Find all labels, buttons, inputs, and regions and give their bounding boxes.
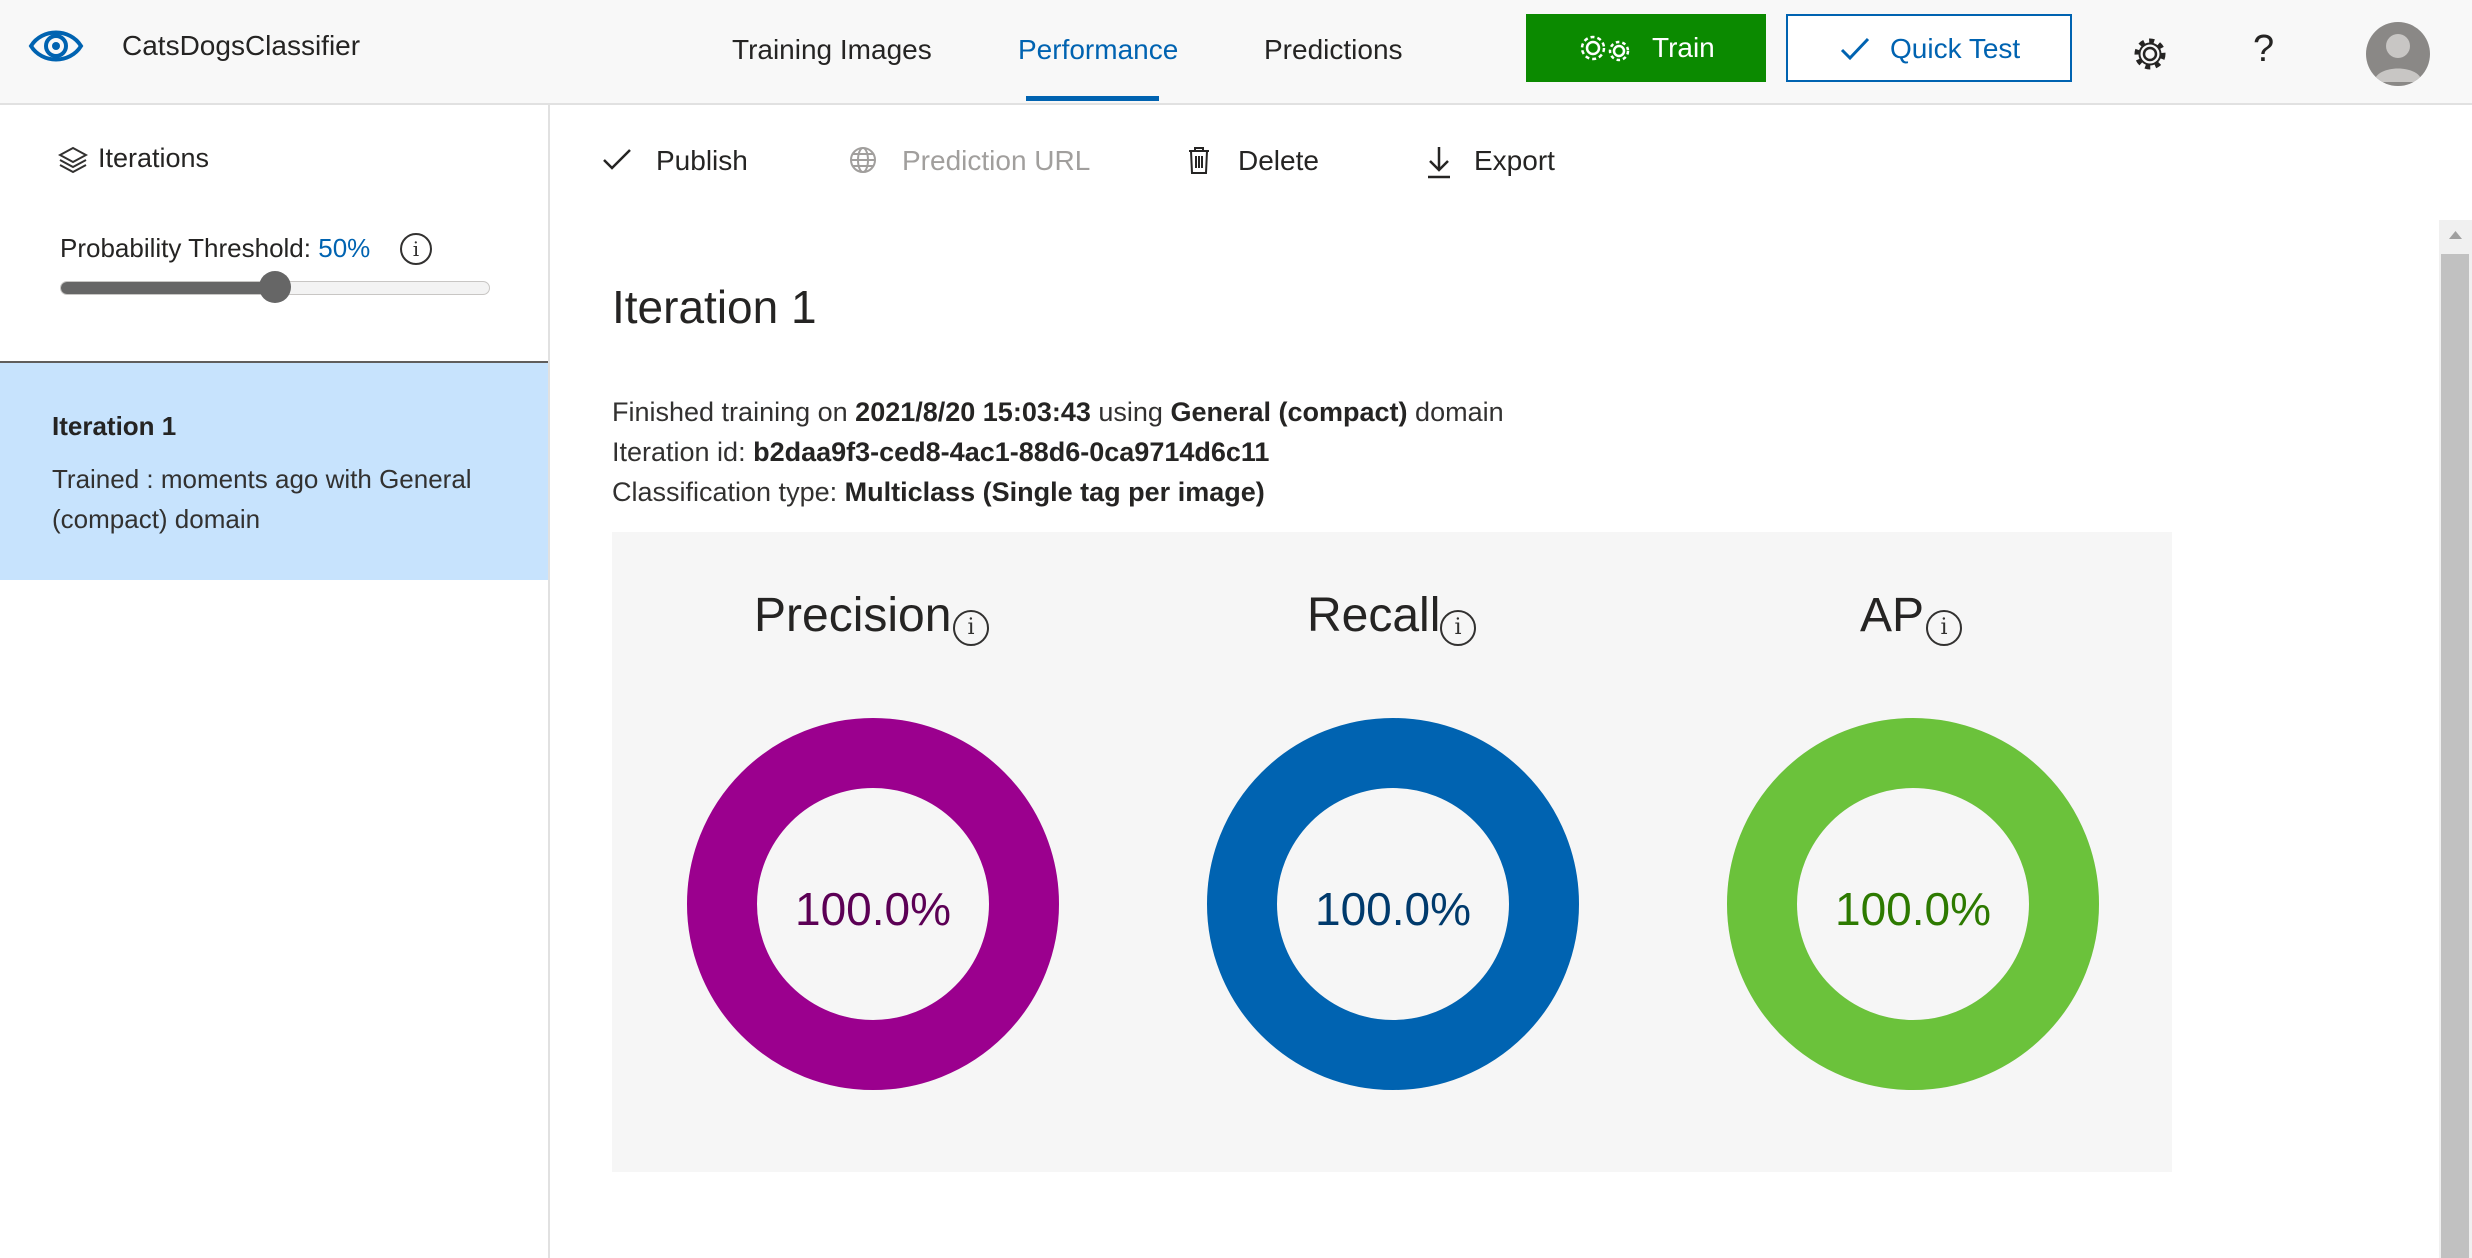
layers-icon	[58, 146, 88, 174]
globe-icon	[850, 147, 876, 173]
threshold-label-text: Probability Threshold:	[60, 233, 311, 263]
page-title: Iteration 1	[612, 281, 817, 333]
scrollbar-thumb[interactable]	[2441, 254, 2469, 1258]
training-info-line: Finished training on 2021/8/20 15:03:43 …	[612, 397, 1504, 428]
publish-label: Publish	[656, 145, 748, 176]
threshold-value: 50%	[318, 233, 371, 263]
classification-type-label: Classification type:	[612, 477, 838, 507]
quick-test-button-label: Quick Test	[1890, 33, 2021, 64]
iteration-item-title: Iteration 1	[52, 411, 177, 441]
metrics-panel: Precision i 100.0% Recall i 100.0% AP i …	[612, 532, 2172, 1172]
iteration-item-description: Trained : moments ago with General (comp…	[52, 464, 472, 534]
domain-name: General (compact)	[1170, 397, 1408, 427]
tab-training-images[interactable]: Training Images	[732, 34, 932, 66]
checkmark-icon	[603, 149, 631, 170]
delete-label: Delete	[1238, 145, 1319, 176]
tab-performance[interactable]: Performance	[1018, 34, 1178, 66]
domain-suffix: domain	[1415, 397, 1504, 427]
trash-icon	[1189, 147, 1209, 174]
iterations-label: Iterations	[98, 143, 210, 173]
train-button[interactable]: Train	[1526, 14, 1766, 82]
threshold-slider-thumb[interactable]	[259, 271, 291, 303]
top-bar: CatsDogsClassifier Training Images Perfo…	[0, 0, 2472, 105]
prediction-url-label: Prediction URL	[902, 145, 1091, 176]
recall-title: Recall	[1307, 589, 1441, 642]
finished-prefix: Finished training on	[612, 397, 848, 427]
ap-info-icon[interactable]: i	[1926, 610, 1962, 646]
export-label: Export	[1474, 145, 1555, 176]
classification-type-line: Classification type: Multiclass (Single …	[612, 477, 1265, 508]
ap-value: 100.0%	[1834, 883, 1991, 935]
tab-predictions[interactable]: Predictions	[1264, 34, 1403, 66]
eye-logo-icon	[28, 30, 84, 62]
checkmark-icon	[1840, 37, 1870, 61]
help-icon[interactable]: ?	[2253, 28, 2274, 71]
gear-icon[interactable]	[2132, 36, 2168, 72]
precision-title: Precision	[754, 589, 952, 642]
vertical-scrollbar[interactable]	[2439, 220, 2472, 1258]
finished-date: 2021/8/20 15:03:43	[855, 397, 1091, 427]
download-icon	[1428, 147, 1450, 179]
iterations-sidebar: Iterations Probability Threshold: 50% i …	[0, 105, 550, 1258]
quick-test-button[interactable]: Quick Test	[1786, 14, 2072, 82]
threshold-label: Probability Threshold: 50%	[60, 233, 370, 264]
recall-info-icon[interactable]: i	[1440, 610, 1476, 646]
classification-type-value: Multiclass (Single tag per image)	[844, 477, 1265, 507]
user-avatar-icon[interactable]	[2366, 22, 2430, 86]
ap-title: AP	[1860, 589, 1925, 642]
using-word: using	[1098, 397, 1163, 427]
active-tab-indicator	[1026, 96, 1159, 101]
iteration-list-item[interactable]: Iteration 1 Trained : moments ago with G…	[0, 363, 548, 580]
train-button-label: Train	[1652, 32, 1715, 63]
recall-value: 100.0%	[1314, 883, 1471, 935]
iteration-id-value: b2daa9f3-ced8-4ac1-88d6-0ca9714d6c11	[753, 437, 1270, 467]
precision-value: 100.0%	[794, 883, 951, 935]
threshold-info-icon[interactable]: i	[400, 233, 432, 265]
scroll-up-arrow-icon[interactable]	[2439, 220, 2472, 250]
precision-info-icon[interactable]: i	[953, 610, 989, 646]
iteration-id-label: Iteration id:	[612, 437, 746, 467]
app-name[interactable]: CatsDogsClassifier	[122, 30, 360, 62]
gears-icon	[1580, 35, 1630, 62]
iteration-id-line: Iteration id: b2daa9f3-ced8-4ac1-88d6-0c…	[612, 437, 1269, 468]
threshold-slider-fill	[61, 282, 276, 294]
